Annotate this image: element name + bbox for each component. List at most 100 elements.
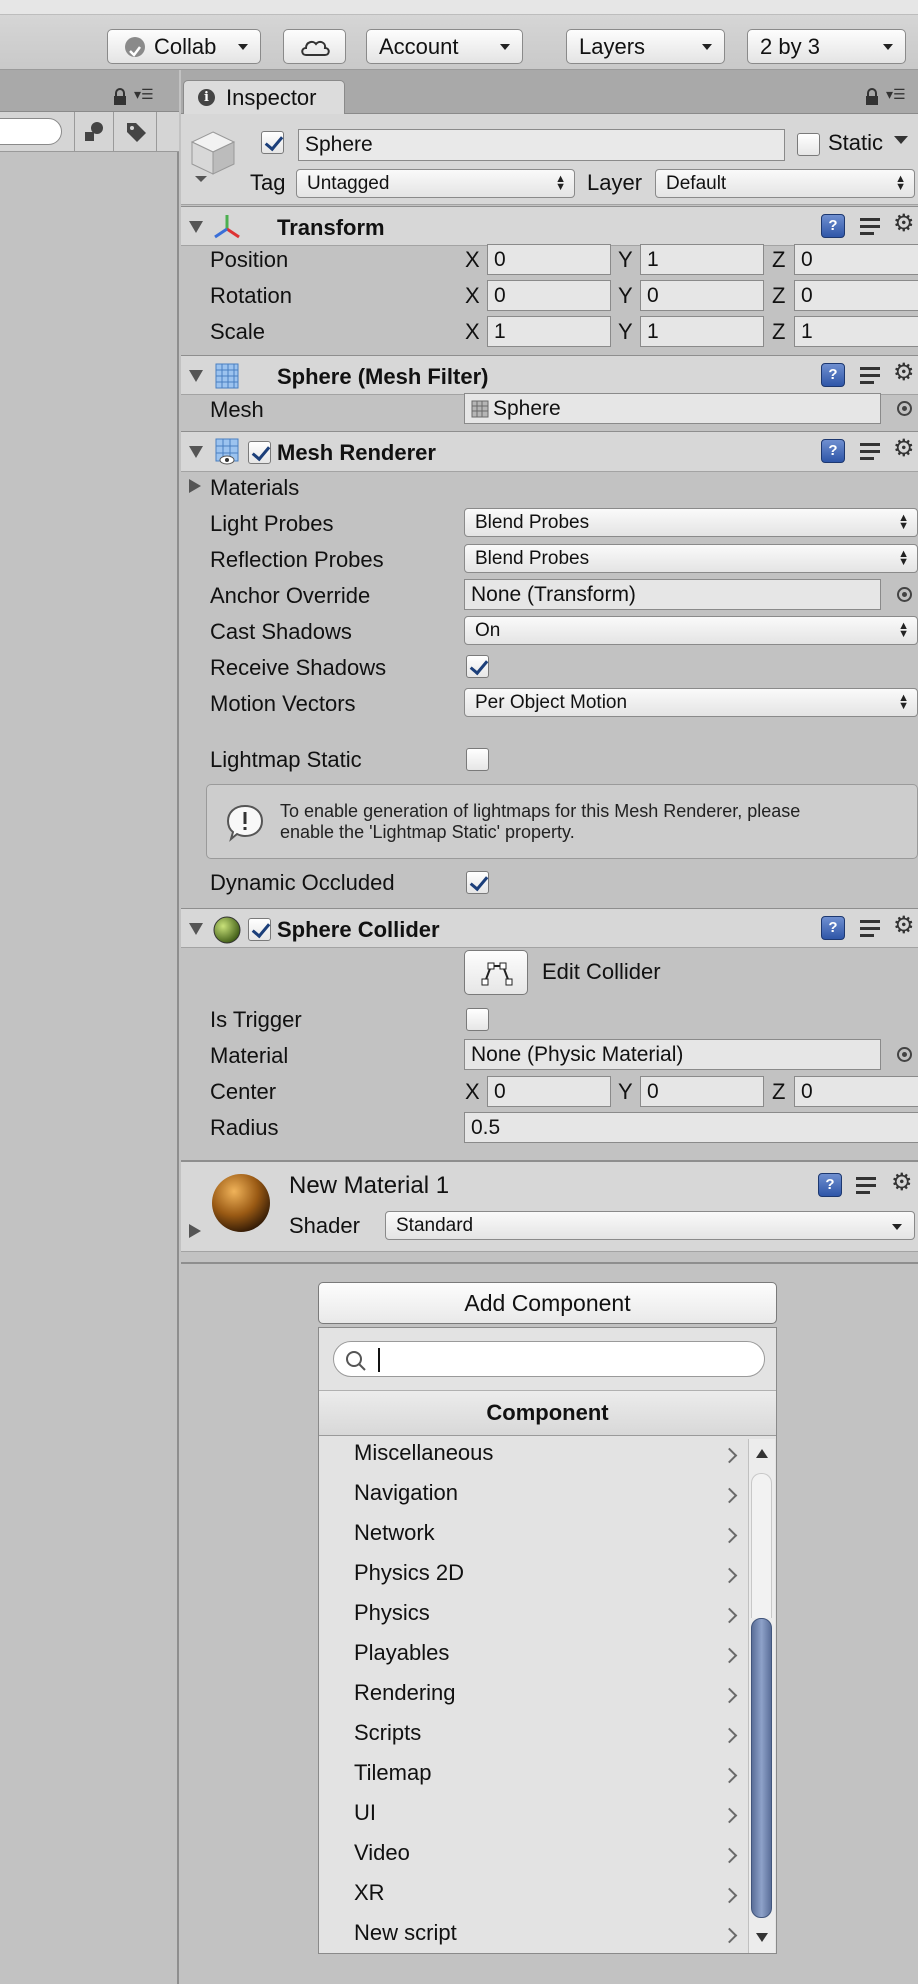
help-book-icon[interactable]: ? xyxy=(821,214,845,238)
gear-icon[interactable]: ⚙ xyxy=(893,212,915,236)
foldout-closed-icon[interactable] xyxy=(189,479,201,493)
list-item[interactable]: New script xyxy=(354,1920,457,1946)
layer-dropdown[interactable]: Default ▲ ▼ xyxy=(655,169,915,198)
list-item[interactable]: UI xyxy=(354,1800,376,1826)
foldout-open-icon[interactable] xyxy=(189,221,203,233)
preset-sliders-icon[interactable] xyxy=(858,439,882,463)
tag-dropdown[interactable]: Untagged ▲ ▼ xyxy=(296,169,575,198)
gear-icon[interactable]: ⚙ xyxy=(893,361,915,385)
light-probes-dropdown[interactable]: Blend Probes ▲ ▼ xyxy=(464,508,918,537)
gear-icon[interactable]: ⚙ xyxy=(891,1171,913,1195)
lightmap-static-label: Lightmap Static xyxy=(210,747,362,772)
mesh-filter-header[interactable]: Sphere (Mesh Filter) ? ⚙ xyxy=(181,355,918,395)
active-checkbox[interactable] xyxy=(261,131,284,154)
mesh-renderer-header[interactable]: Mesh Renderer ? ⚙ xyxy=(181,432,918,472)
object-picker-icon[interactable] xyxy=(897,401,912,416)
help-book-icon[interactable]: ? xyxy=(821,439,845,463)
help-book-icon[interactable]: ? xyxy=(821,916,845,940)
mesh-renderer-enabled-checkbox[interactable] xyxy=(248,441,271,464)
foldout-closed-icon[interactable] xyxy=(189,1224,201,1238)
chevron-down-icon[interactable] xyxy=(894,136,908,144)
list-item[interactable]: Navigation xyxy=(354,1480,458,1506)
rotation-z-field[interactable]: 0 xyxy=(794,280,918,311)
lock-icon[interactable] xyxy=(864,88,880,106)
search-by-type-icon[interactable] xyxy=(83,121,107,143)
material-header[interactable]: New Material 1 Shader Standard ? ⚙ xyxy=(181,1162,918,1252)
center-x-field[interactable]: 0 xyxy=(487,1076,611,1107)
account-button[interactable]: Account xyxy=(366,29,523,64)
collab-button[interactable]: Collab xyxy=(107,29,261,64)
list-item[interactable]: Playables xyxy=(354,1640,449,1666)
edit-collider-button[interactable] xyxy=(464,950,528,995)
position-y-field[interactable]: 1 xyxy=(640,244,764,275)
sphere-collider-header[interactable]: Sphere Collider ? ⚙ xyxy=(181,908,918,948)
list-item[interactable]: Miscellaneous xyxy=(354,1440,493,1466)
mesh-object-field[interactable]: Sphere xyxy=(464,393,881,424)
shader-dropdown[interactable]: Standard xyxy=(385,1211,915,1240)
scale-z-field[interactable]: 1 xyxy=(794,316,918,347)
gear-icon[interactable]: ⚙ xyxy=(893,914,915,938)
component-search-input[interactable] xyxy=(333,1341,765,1377)
hierarchy-search-input[interactable] xyxy=(0,118,62,145)
radius-field[interactable]: 0.5 xyxy=(464,1112,918,1143)
help-book-icon[interactable]: ? xyxy=(818,1173,842,1197)
list-item[interactable]: Physics xyxy=(354,1600,430,1626)
cast-shadows-dropdown[interactable]: On ▲ ▼ xyxy=(464,616,918,645)
foldout-open-icon[interactable] xyxy=(189,446,203,458)
rotation-x-field[interactable]: 0 xyxy=(487,280,611,311)
receive-shadows-checkbox[interactable] xyxy=(466,655,489,678)
cloud-button[interactable] xyxy=(283,29,346,64)
position-x-field[interactable]: 0 xyxy=(487,244,611,275)
reflection-probes-dropdown[interactable]: Blend Probes ▲ ▼ xyxy=(464,544,918,573)
list-item[interactable]: XR xyxy=(354,1880,385,1906)
list-item[interactable]: Rendering xyxy=(354,1680,456,1706)
anchor-override-field[interactable]: None (Transform) xyxy=(464,579,881,610)
scroll-thumb[interactable] xyxy=(751,1618,772,1918)
help-book-icon[interactable]: ? xyxy=(821,363,845,387)
object-picker-icon[interactable] xyxy=(897,587,912,602)
materials-label[interactable]: Materials xyxy=(210,475,299,501)
tab-inspector[interactable]: i Inspector xyxy=(183,80,345,115)
physic-material-field[interactable]: None (Physic Material) xyxy=(464,1039,881,1070)
preset-sliders-icon[interactable] xyxy=(858,363,882,387)
menu-icon[interactable]: ▾☰ xyxy=(134,86,154,103)
account-label: Account xyxy=(379,34,459,59)
layers-button[interactable]: Layers xyxy=(566,29,725,64)
transform-header[interactable]: Transform ? ⚙ xyxy=(181,206,918,246)
collab-check-icon xyxy=(125,37,145,57)
rotation-y-field[interactable]: 0 xyxy=(640,280,764,311)
position-z-field[interactable]: 0 xyxy=(794,244,918,275)
is-trigger-checkbox[interactable] xyxy=(466,1008,489,1031)
foldout-open-icon[interactable] xyxy=(189,923,203,935)
list-item[interactable]: Network xyxy=(354,1520,435,1546)
list-item[interactable]: Scripts xyxy=(354,1720,421,1746)
object-picker-icon[interactable] xyxy=(897,1047,912,1062)
add-component-button[interactable]: Add Component xyxy=(318,1282,777,1324)
sphere-collider-enabled-checkbox[interactable] xyxy=(248,918,271,941)
lightmap-static-checkbox[interactable] xyxy=(466,748,489,771)
lock-icon[interactable] xyxy=(112,88,128,106)
object-name-input[interactable]: Sphere xyxy=(298,129,785,161)
list-item[interactable]: Video xyxy=(354,1840,410,1866)
gameobject-cube-icon[interactable] xyxy=(190,130,236,184)
center-z-field[interactable]: 0 xyxy=(794,1076,918,1107)
layout-button[interactable]: 2 by 3 xyxy=(747,29,906,64)
preset-sliders-icon[interactable] xyxy=(858,214,882,238)
gear-icon[interactable]: ⚙ xyxy=(893,437,915,461)
light-probes-value: Blend Probes xyxy=(475,512,590,533)
scale-y-field[interactable]: 1 xyxy=(640,316,764,347)
preset-sliders-icon[interactable] xyxy=(858,916,882,940)
list-item[interactable]: Physics 2D xyxy=(354,1560,464,1586)
scroll-down-arrow-icon[interactable] xyxy=(756,1933,768,1942)
preset-sliders-icon[interactable] xyxy=(854,1173,878,1197)
center-y-field[interactable]: 0 xyxy=(640,1076,764,1107)
dynamic-occluded-checkbox[interactable] xyxy=(466,871,489,894)
motion-vectors-dropdown[interactable]: Per Object Motion ▲ ▼ xyxy=(464,688,918,717)
scale-x-field[interactable]: 1 xyxy=(487,316,611,347)
static-checkbox[interactable] xyxy=(797,133,820,156)
foldout-open-icon[interactable] xyxy=(189,370,203,382)
scroll-up-arrow-icon[interactable] xyxy=(756,1449,768,1458)
label-tag-icon[interactable] xyxy=(124,120,148,144)
list-item[interactable]: Tilemap xyxy=(354,1760,431,1786)
menu-icon[interactable]: ▾☰ xyxy=(886,86,906,103)
